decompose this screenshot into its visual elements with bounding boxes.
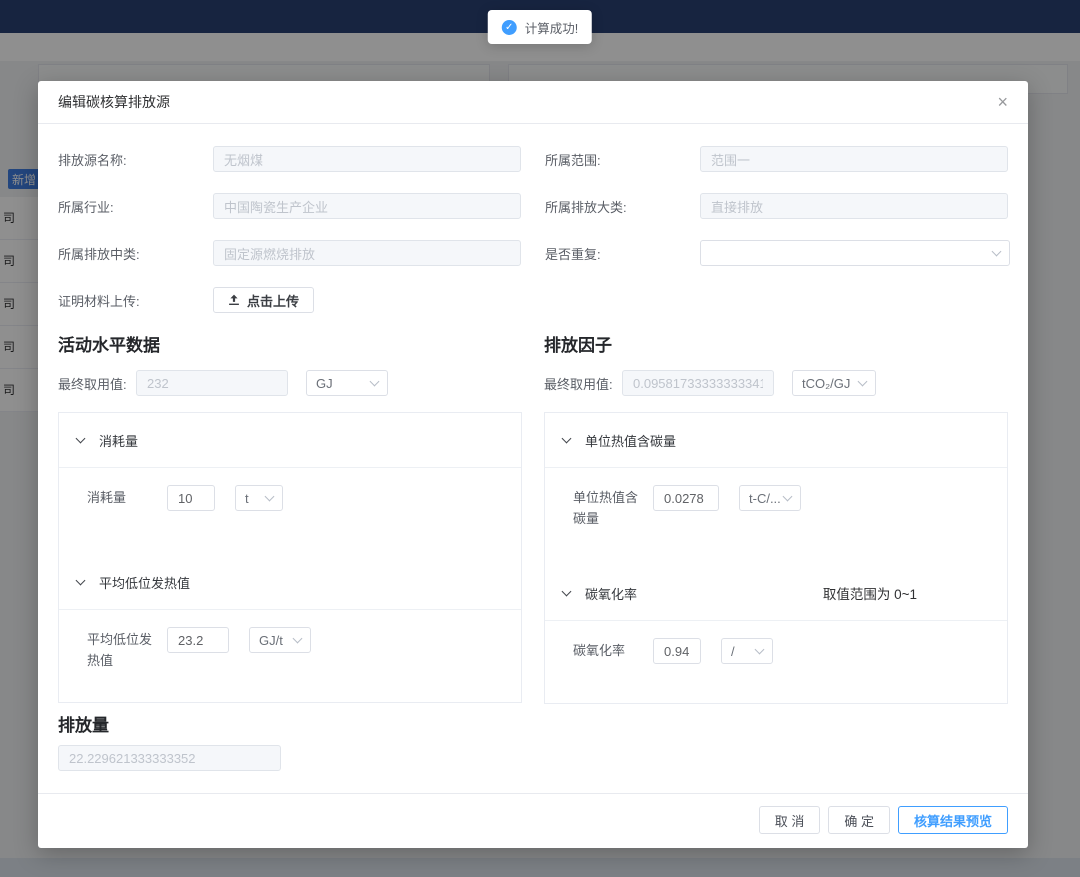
confirm-button[interactable]: 确 定	[828, 806, 890, 834]
upload-button[interactable]: 点击上传	[213, 287, 314, 313]
chevron-down-icon	[992, 246, 1002, 256]
edit-emission-source-dialog: 编辑碳核算排放源 × 排放源名称: 所属范围: 所属行业:	[38, 81, 1028, 848]
oxidation-range-note: 取值范围为 0~1	[823, 583, 917, 603]
activity-unit-value: GJ	[316, 376, 333, 391]
factor-unit-value: tCO₂/GJ	[802, 376, 850, 391]
chevron-down-icon	[755, 644, 765, 654]
scope-input	[700, 146, 1008, 172]
oxidation-unit-value: /	[731, 644, 735, 659]
consumption-unit-select[interactable]: t	[235, 485, 283, 511]
emission-amount-title: 排放量	[58, 714, 1008, 738]
dialog-footer: 取 消 确 定 核算结果预览	[38, 793, 1028, 848]
emission-major-category-label: 所属排放大类:	[545, 197, 700, 216]
industry-label: 所属行业:	[58, 197, 213, 216]
success-check-icon: ✓	[502, 20, 517, 35]
activity-final-label: 最终取用值:	[58, 374, 136, 393]
carbon-content-field-label: 单位热值含碳量	[573, 485, 647, 530]
industry-input	[213, 193, 521, 219]
carbon-content-collapse-header[interactable]: 单位热值含碳量	[545, 413, 1007, 468]
calorific-collapse-header[interactable]: 平均低位发热值	[59, 555, 521, 610]
app-root: 新增 司 司 司 司 司 ✓ 计算成功! 编辑碳核算排放源 × 排放源名称:	[0, 0, 1080, 877]
consumption-unit-value: t	[245, 491, 249, 506]
consumption-input[interactable]	[167, 485, 215, 511]
factor-final-label: 最终取用值:	[544, 374, 622, 393]
activity-section-title: 活动水平数据	[58, 334, 522, 358]
factor-section-title: 排放因子	[544, 334, 1008, 358]
chevron-down-icon	[783, 491, 793, 501]
source-name-input	[213, 146, 521, 172]
emission-mid-category-input	[213, 240, 521, 266]
chevron-down-icon	[265, 491, 275, 501]
chevron-down-icon	[370, 376, 380, 386]
oxidation-field-label: 碳氧化率	[573, 638, 647, 661]
is-duplicate-label: 是否重复:	[545, 244, 700, 263]
calorific-unit-value: GJ/t	[259, 633, 283, 648]
upload-label: 证明材料上传:	[58, 291, 213, 310]
factor-final-input	[622, 370, 774, 396]
carbon-content-unit-value: t-C/...	[749, 491, 781, 506]
scope-label: 所属范围:	[545, 150, 700, 169]
oxidation-collapse-header[interactable]: 碳氧化率 取值范围为 0~1	[545, 566, 1007, 621]
calorific-input[interactable]	[167, 627, 229, 653]
factor-panels: 单位热值含碳量 单位热值含碳量 t-C/... 碳氧化	[544, 412, 1008, 704]
success-toast: ✓ 计算成功!	[488, 10, 592, 44]
activity-unit-select[interactable]: GJ	[306, 370, 388, 396]
consumption-panel-body: 消耗量 t	[59, 468, 521, 555]
emission-mid-category-label: 所属排放中类:	[58, 244, 213, 263]
upload-button-label: 点击上传	[247, 291, 299, 310]
calorific-unit-select[interactable]: GJ/t	[249, 627, 311, 653]
oxidation-panel-title: 碳氧化率	[585, 584, 637, 603]
chevron-down-icon	[562, 434, 572, 444]
activity-final-input	[136, 370, 288, 396]
carbon-content-panel-body: 单位热值含碳量 t-C/...	[545, 468, 1007, 566]
chevron-down-icon	[76, 434, 86, 444]
close-icon[interactable]: ×	[997, 93, 1008, 111]
calorific-panel-body: 平均低位发热值 GJ/t	[59, 610, 521, 702]
dialog-header: 编辑碳核算排放源 ×	[38, 81, 1028, 124]
emission-amount-input	[58, 745, 281, 771]
chevron-down-icon	[858, 376, 868, 386]
consumption-field-label: 消耗量	[87, 485, 161, 508]
toast-message: 计算成功!	[525, 18, 578, 37]
preview-result-button[interactable]: 核算结果预览	[898, 806, 1008, 834]
calorific-field-label: 平均低位发热值	[87, 627, 161, 672]
chevron-down-icon	[293, 633, 303, 643]
oxidation-panel-body: 碳氧化率 /	[545, 621, 1007, 703]
dialog-body: 排放源名称: 所属范围: 所属行业: 所属排放大类:	[38, 124, 1028, 793]
carbon-content-input[interactable]	[653, 485, 719, 511]
chevron-down-icon	[76, 576, 86, 586]
source-name-label: 排放源名称:	[58, 150, 213, 169]
dialog-title: 编辑碳核算排放源	[58, 92, 170, 112]
is-duplicate-select[interactable]	[700, 240, 1010, 266]
cancel-button[interactable]: 取 消	[759, 806, 821, 834]
upload-icon	[228, 294, 240, 306]
consumption-collapse-header[interactable]: 消耗量	[59, 413, 521, 468]
oxidation-unit-select[interactable]: /	[721, 638, 773, 664]
calorific-panel-title: 平均低位发热值	[99, 573, 190, 592]
chevron-down-icon	[562, 587, 572, 597]
activity-data-section: 活动水平数据 最终取用值: GJ 消耗量	[58, 334, 522, 704]
factor-unit-select[interactable]: tCO₂/GJ	[792, 370, 876, 396]
carbon-content-panel-title: 单位热值含碳量	[585, 431, 676, 450]
activity-panels: 消耗量 消耗量 t 平均低位发热值	[58, 412, 522, 703]
emission-factor-section: 排放因子 最终取用值: tCO₂/GJ 单位热值含碳量	[544, 334, 1008, 704]
oxidation-input[interactable]	[653, 638, 701, 664]
emission-major-category-input	[700, 193, 1008, 219]
carbon-content-unit-select[interactable]: t-C/...	[739, 485, 801, 511]
consumption-panel-title: 消耗量	[99, 431, 138, 450]
